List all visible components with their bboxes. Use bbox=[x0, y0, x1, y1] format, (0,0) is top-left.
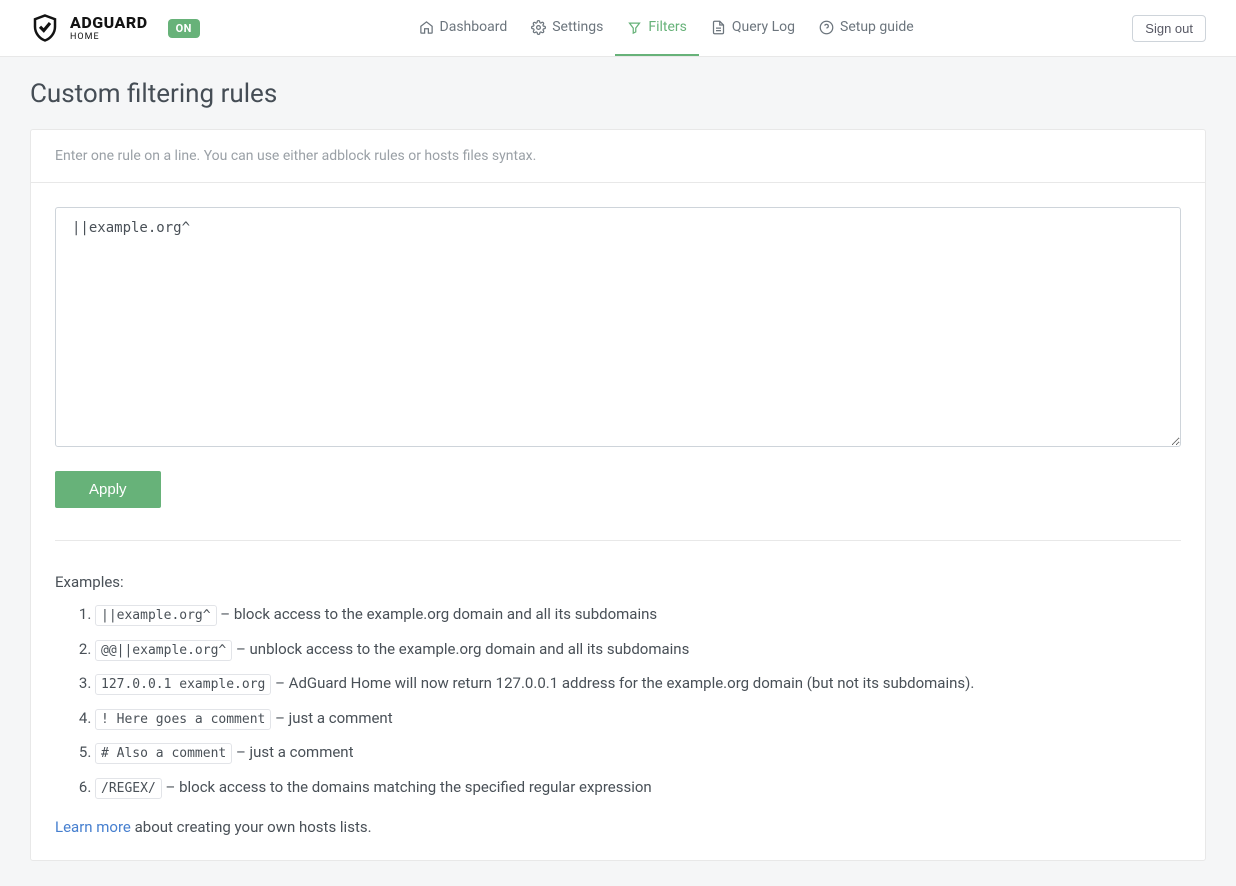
nav-dashboard[interactable]: Dashboard bbox=[407, 0, 520, 56]
signout-button[interactable]: Sign out bbox=[1132, 15, 1206, 42]
file-icon bbox=[711, 20, 726, 35]
filter-icon bbox=[627, 20, 642, 35]
list-item: # Also a comment – just a comment bbox=[95, 741, 1181, 764]
learn-more-text: about creating your own hosts lists. bbox=[131, 818, 372, 836]
nav-setupguide[interactable]: Setup guide bbox=[807, 0, 926, 56]
logo-sub-text: HOME bbox=[70, 33, 148, 42]
examples-title: Examples: bbox=[55, 573, 1181, 591]
nav-label: Settings bbox=[552, 19, 603, 35]
page-container: Custom filtering rules Enter one rule on… bbox=[0, 57, 1236, 883]
help-circle-icon bbox=[819, 20, 834, 35]
nav-label: Query Log bbox=[732, 19, 795, 35]
main-nav: Dashboard Settings Filters Query Log Set… bbox=[407, 0, 926, 56]
nav-label: Dashboard bbox=[440, 19, 508, 35]
nav-settings[interactable]: Settings bbox=[519, 0, 615, 56]
example-code: ||example.org^ bbox=[95, 605, 217, 626]
example-code: # Also a comment bbox=[95, 743, 232, 764]
example-desc: – block access to the domains matching t… bbox=[162, 778, 652, 796]
example-desc: – AdGuard Home will now return 127.0.0.1… bbox=[271, 674, 974, 692]
examples-list: ||example.org^ – block access to the exa… bbox=[55, 603, 1181, 798]
divider bbox=[55, 540, 1181, 541]
example-code: @@||example.org^ bbox=[95, 640, 232, 661]
nav-label: Filters bbox=[648, 19, 687, 35]
card-hint: Enter one rule on a line. You can use ei… bbox=[31, 130, 1205, 183]
nav-filters[interactable]: Filters bbox=[615, 0, 699, 56]
example-code: ! Here goes a comment bbox=[95, 709, 271, 730]
logo[interactable]: ADGUARD HOME ON bbox=[30, 13, 200, 43]
home-icon bbox=[419, 20, 434, 35]
example-code: 127.0.0.1 example.org bbox=[95, 674, 271, 695]
learn-more-link[interactable]: Learn more bbox=[55, 818, 131, 836]
nav-label: Setup guide bbox=[840, 19, 914, 35]
example-desc: – block access to the example.org domain… bbox=[217, 605, 658, 623]
list-item: ! Here goes a comment – just a comment bbox=[95, 707, 1181, 730]
rules-card: Enter one rule on a line. You can use ei… bbox=[30, 129, 1206, 861]
page-title: Custom filtering rules bbox=[30, 79, 1206, 109]
logo-main-text: ADGUARD bbox=[70, 15, 148, 31]
example-desc: – just a comment bbox=[232, 743, 353, 761]
list-item: /REGEX/ – block access to the domains ma… bbox=[95, 776, 1181, 799]
status-badge[interactable]: ON bbox=[168, 19, 200, 38]
app-header: ADGUARD HOME ON Dashboard Settings Filte… bbox=[0, 0, 1236, 57]
example-desc: – just a comment bbox=[271, 709, 392, 727]
card-body: ||example.org^ Apply Examples: ||example… bbox=[31, 183, 1205, 860]
apply-button[interactable]: Apply bbox=[55, 471, 161, 508]
gear-icon bbox=[531, 20, 546, 35]
list-item: @@||example.org^ – unblock access to the… bbox=[95, 638, 1181, 661]
nav-querylog[interactable]: Query Log bbox=[699, 0, 807, 56]
rules-textarea[interactable]: ||example.org^ bbox=[55, 207, 1181, 447]
shield-check-icon bbox=[30, 13, 60, 43]
list-item: 127.0.0.1 example.org – AdGuard Home wil… bbox=[95, 672, 1181, 695]
list-item: ||example.org^ – block access to the exa… bbox=[95, 603, 1181, 626]
example-desc: – unblock access to the example.org doma… bbox=[232, 640, 689, 658]
example-code: /REGEX/ bbox=[95, 778, 162, 799]
learn-more: Learn more about creating your own hosts… bbox=[55, 818, 1181, 836]
